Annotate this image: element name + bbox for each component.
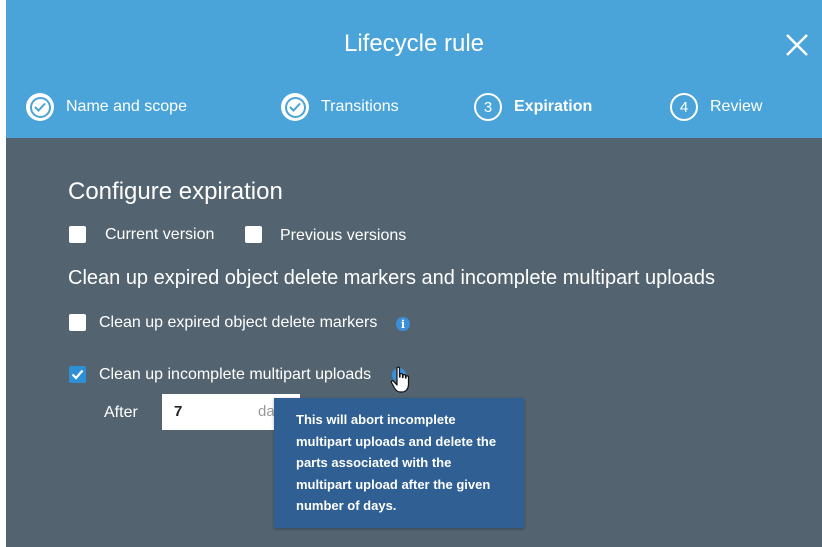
check-circle-icon <box>26 93 54 121</box>
previous-versions-checkbox[interactable] <box>245 226 262 243</box>
dialog-body: Configure expiration Current version Pre… <box>6 138 822 547</box>
step-label: Transitions <box>321 98 399 115</box>
tooltip-text: This will abort incomplete multipart upl… <box>296 412 497 513</box>
after-label: After <box>104 404 138 421</box>
multipart-tooltip: This will abort incomplete multipart upl… <box>274 398 524 528</box>
current-version-label: Current version <box>105 226 215 243</box>
cleanup-heading: Clean up expired object delete markers a… <box>68 267 716 289</box>
days-value: 7 <box>174 403 183 420</box>
dialog-title: Lifecycle rule <box>343 30 485 57</box>
delete-markers-checkbox[interactable] <box>69 314 86 331</box>
step-review[interactable]: 4 Review <box>670 92 762 122</box>
close-icon[interactable] <box>782 30 812 60</box>
previous-versions-label: Previous versions <box>280 227 407 244</box>
hand-cursor-icon <box>390 366 410 393</box>
step-name-and-scope[interactable]: Name and scope <box>26 92 187 122</box>
lifecycle-rule-dialog: Lifecycle rule Name and scope Transition… <box>6 0 822 547</box>
delete-markers-label: Clean up expired object delete markers <box>99 314 378 331</box>
multipart-uploads-label: Clean up incomplete multipart uploads <box>99 366 372 383</box>
step-label: Name and scope <box>66 98 187 115</box>
checkmark-icon <box>71 369 84 380</box>
info-icon[interactable]: i <box>396 317 410 331</box>
check-circle-icon <box>281 93 309 121</box>
step-expiration[interactable]: 3 Expiration <box>474 92 592 122</box>
step-number: 3 <box>474 93 502 121</box>
current-version-checkbox[interactable] <box>69 226 86 243</box>
days-unit: da <box>258 403 275 420</box>
multipart-uploads-checkbox[interactable] <box>69 366 86 383</box>
step-transitions[interactable]: Transitions <box>281 92 399 122</box>
step-label: Expiration <box>514 98 593 115</box>
dialog-header: Lifecycle rule Name and scope Transition… <box>6 0 822 138</box>
step-number: 4 <box>670 93 698 121</box>
step-label: Review <box>710 98 763 115</box>
configure-expiration-heading: Configure expiration <box>68 178 283 205</box>
